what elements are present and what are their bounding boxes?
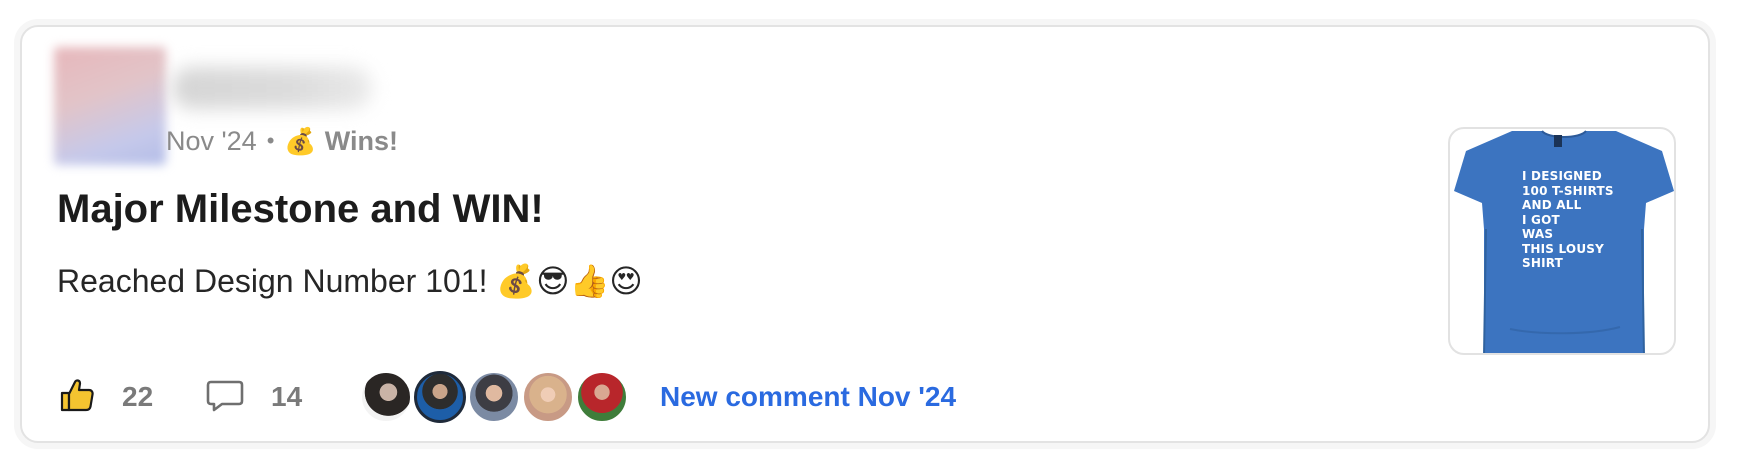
commenter-avatar[interactable] — [468, 371, 520, 423]
shirt-print-text: I DESIGNED 100 T-SHIRTS AND ALL I GOT WA… — [1522, 169, 1614, 270]
post-card[interactable]: Nov '24 • 💰 Wins! Major Milestone and WI… — [20, 25, 1710, 443]
post-actions: 22 14 New comment Nov '24 — [58, 367, 956, 427]
comment-count: 14 — [271, 381, 303, 412]
commenter-avatar[interactable] — [522, 371, 574, 423]
post-date: Nov '24 — [166, 125, 257, 156]
author-name[interactable] — [172, 67, 372, 109]
recent-commenters[interactable] — [360, 371, 630, 423]
meta-separator: • — [266, 128, 275, 153]
commenter-avatar[interactable] — [414, 371, 466, 423]
post-body: Reached Design Number 101! 💰😎👍😍 — [57, 263, 643, 299]
post-category[interactable]: Wins! — [325, 126, 398, 157]
post-thumbnail[interactable]: I DESIGNED 100 T-SHIRTS AND ALL I GOT WA… — [1448, 127, 1676, 355]
new-comment-link[interactable]: New comment Nov '24 — [660, 381, 956, 413]
commenter-avatar[interactable] — [576, 371, 628, 423]
comment-bubble-icon — [205, 376, 245, 419]
like-button[interactable]: 22 — [58, 376, 205, 419]
thumbs-up-icon — [58, 376, 96, 419]
comment-button[interactable]: 14 — [205, 376, 345, 419]
post-title[interactable]: Major Milestone and WIN! — [57, 187, 544, 232]
post-meta: Nov '24 • 💰 Wins! — [166, 119, 398, 163]
author-avatar[interactable] — [54, 47, 166, 165]
commenter-avatar[interactable] — [360, 371, 412, 423]
money-bag-icon: 💰 — [284, 125, 317, 156]
like-count: 22 — [122, 381, 154, 412]
